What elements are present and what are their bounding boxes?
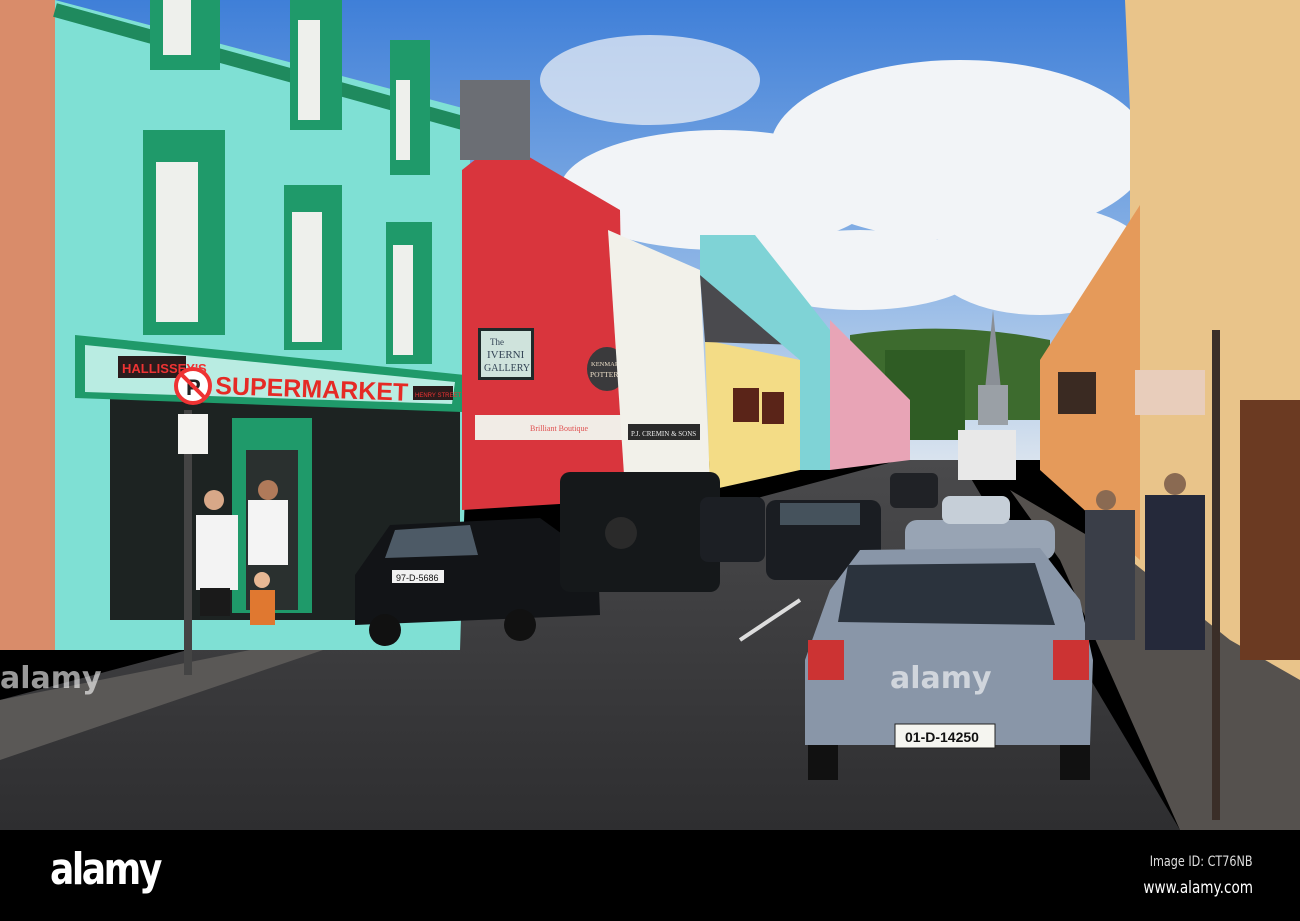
- right-shop-sign: [1135, 370, 1205, 415]
- watermark: alamy: [0, 661, 102, 696]
- gallery-sign-text: The: [490, 337, 504, 347]
- boutique-sign: Brilliant Boutique: [530, 424, 588, 433]
- website-link[interactable]: www.alamy.com: [1143, 878, 1253, 898]
- parking-info-plate: [178, 414, 208, 454]
- hanging-sign: [1058, 372, 1096, 414]
- chimney: [460, 80, 530, 160]
- front-license-plate: 01-D-14250: [905, 729, 979, 745]
- cremin-sign: P.J. CREMIN & SONS: [631, 430, 696, 438]
- alamy-logo[interactable]: alamy: [50, 844, 162, 895]
- right-shopfront: [1240, 400, 1300, 660]
- right-pole: [1212, 330, 1220, 820]
- church: [978, 385, 1008, 425]
- left-license-plate: 97-D-5686: [396, 573, 439, 583]
- white-building: [608, 230, 710, 490]
- truck: [958, 430, 1016, 480]
- parked-car: [890, 473, 938, 508]
- street-photo: HALLISSEY'S SUPERMARKET HENRY STREET P T…: [0, 0, 1300, 830]
- street-name-plate: HENRY STREET: [415, 393, 461, 399]
- watermark: alamy: [890, 661, 992, 696]
- orange-building: [0, 0, 55, 650]
- alamy-banner: alamy Image ID: CT76NB www.alamy.com: [0, 830, 1300, 921]
- parked-car: [700, 497, 765, 562]
- parked-car: [942, 496, 1010, 524]
- gallery-sign-text: IVERNI: [487, 349, 525, 361]
- image-id: Image ID: CT76NB: [1150, 854, 1253, 870]
- gallery-sign-text: GALLERY: [484, 363, 530, 374]
- parked-suv: [560, 472, 720, 592]
